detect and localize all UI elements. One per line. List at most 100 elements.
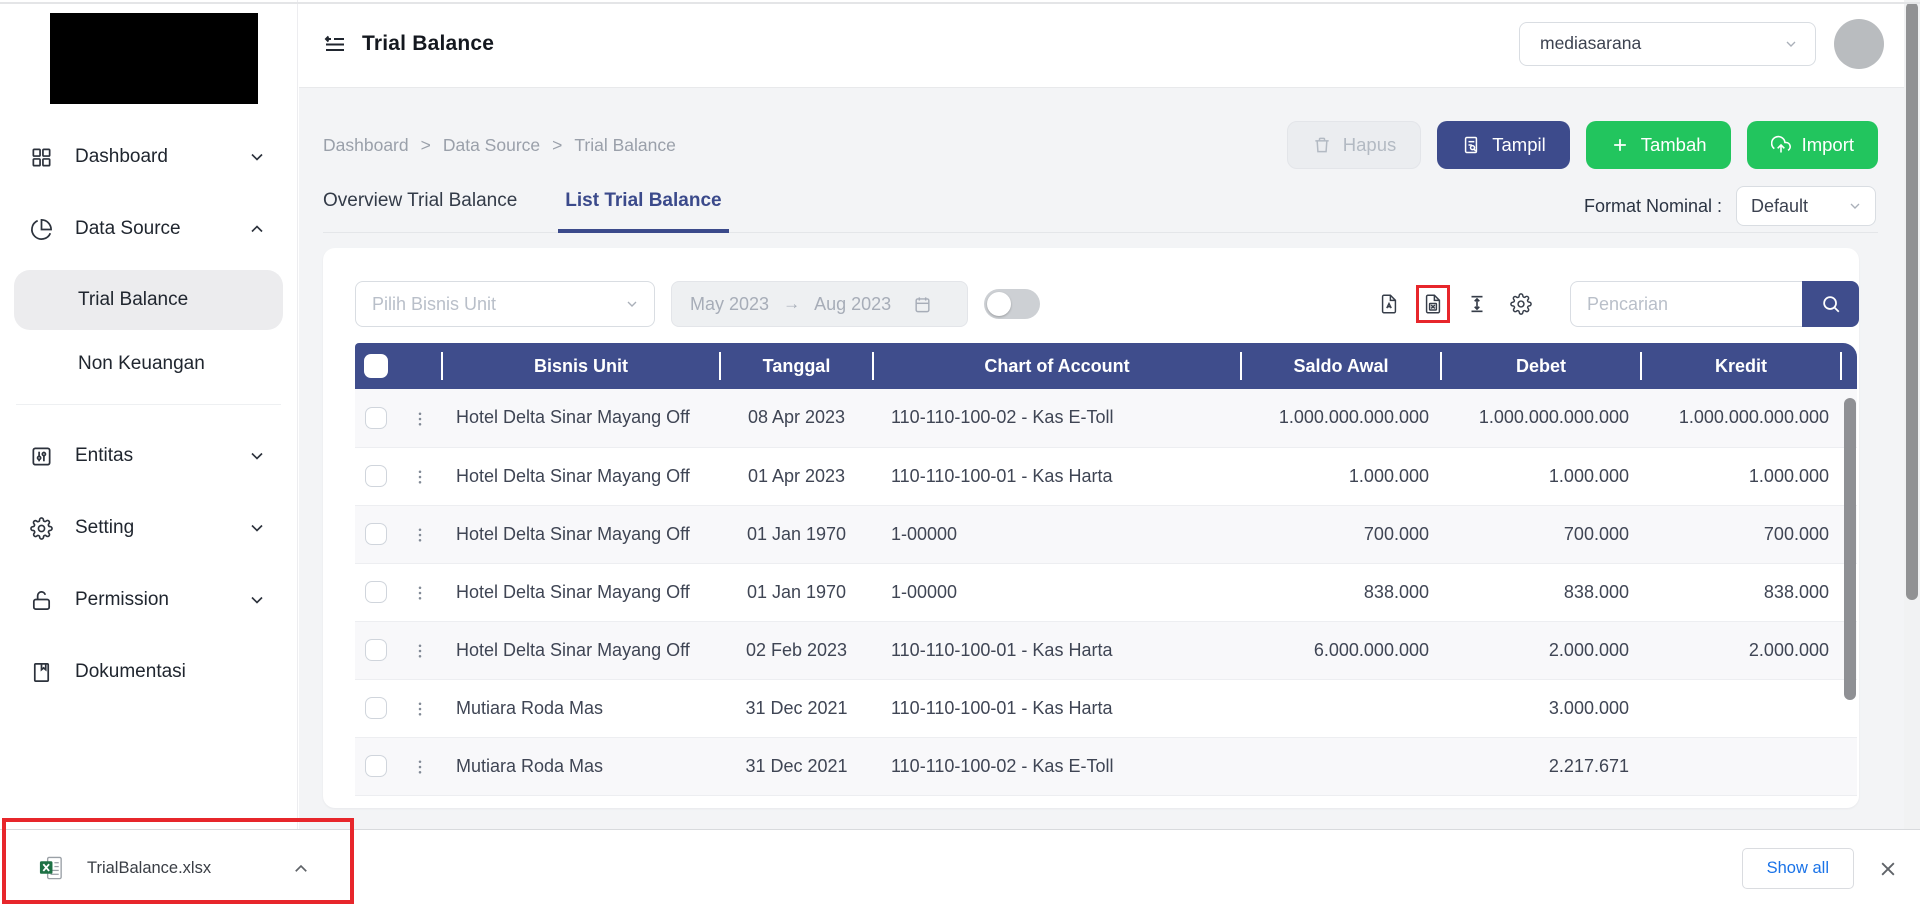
tab-list-trial-balance[interactable]: List Trial Balance	[565, 178, 721, 232]
sidebar-item-trial-balance[interactable]: Trial Balance	[14, 270, 283, 330]
row-menu-kebab-icon[interactable]	[411, 700, 429, 718]
row-menu-kebab-icon[interactable]	[411, 410, 429, 428]
cell-saldo-awal: 1.000.000.000.000	[1241, 389, 1441, 447]
collapse-sidebar-icon[interactable]	[323, 32, 347, 56]
cell-saldo-awal: 838.000	[1241, 563, 1441, 621]
sidebar-item-dokumentasi[interactable]: Dokumentasi	[14, 647, 283, 697]
downloads-bar: TrialBalance.xlsx Show all	[0, 829, 1920, 907]
sidebar-item-permission[interactable]: Permission	[14, 575, 283, 625]
sidebar: Dashboard Data Source Trial Balance Non …	[0, 0, 298, 829]
row-height-icon[interactable]	[1466, 293, 1488, 315]
table-row: Mutiara Roda Mas 31 Dec 2021 110-110-100…	[355, 737, 1857, 795]
cell-kredit: 2.000.000	[1641, 621, 1841, 679]
tambah-button[interactable]: Tambah	[1586, 121, 1731, 169]
hapus-button[interactable]: Hapus	[1287, 121, 1421, 169]
cell-debet: 3.000.000	[1441, 679, 1641, 737]
bisnis-unit-select[interactable]: Pilih Bisnis Unit	[355, 281, 655, 327]
cell-debet: 838.000	[1441, 563, 1641, 621]
tab-overview-trial-balance[interactable]: Overview Trial Balance	[323, 178, 517, 232]
row-checkbox[interactable]	[365, 523, 387, 545]
breadcrumb-data-source[interactable]: Data Source	[443, 135, 540, 156]
col-debet: Debet	[1441, 343, 1641, 389]
cell-debet: 1.000.000.000.000	[1441, 389, 1641, 447]
trash-icon	[1312, 135, 1332, 155]
page-scrollbar-thumb[interactable]	[1906, 2, 1918, 600]
sidebar-item-dashboard[interactable]: Dashboard	[14, 132, 283, 182]
filter-row: Pilih Bisnis Unit May 2023 → Aug 2023	[323, 248, 1859, 327]
sidebar-divider	[16, 404, 281, 405]
col-saldo-awal: Saldo Awal	[1241, 343, 1441, 389]
sidebar-item-label: Data Source	[75, 218, 225, 240]
cell-tanggal: 02 Feb 2023	[720, 621, 873, 679]
table-settings-gear-icon[interactable]	[1510, 293, 1532, 315]
export-pdf-icon[interactable]	[1378, 293, 1400, 315]
row-menu-kebab-icon[interactable]	[411, 584, 429, 602]
format-nominal-select[interactable]: Default	[1736, 186, 1876, 226]
download-item[interactable]: TrialBalance.xlsx	[0, 855, 352, 882]
format-nominal-value: Default	[1751, 196, 1808, 217]
show-all-button[interactable]: Show all	[1742, 848, 1854, 889]
cell-chart-of-account: 1-00000	[873, 563, 1241, 621]
row-checkbox[interactable]	[365, 465, 387, 487]
import-button[interactable]: Import	[1747, 121, 1878, 169]
cell-chart-of-account: 1-00000	[873, 505, 1241, 563]
col-kredit: Kredit	[1641, 343, 1841, 389]
cell-kredit: 1.000.000.000.000	[1641, 389, 1841, 447]
close-icon[interactable]	[1878, 859, 1898, 879]
search-icon	[1820, 293, 1842, 315]
tambah-label: Tambah	[1641, 134, 1707, 156]
cell-tanggal: 01 Apr 2023	[720, 447, 873, 505]
page-scrollbar[interactable]	[1904, 0, 1920, 829]
plus-icon	[1610, 135, 1630, 155]
topbar: Trial Balance mediasarana	[299, 0, 1920, 88]
col-chart-of-account: Chart of Account	[873, 343, 1241, 389]
row-checkbox[interactable]	[365, 697, 387, 719]
page-title: Trial Balance	[362, 32, 494, 56]
tampil-button[interactable]: Tampil	[1437, 121, 1569, 169]
sidebar-item-entitas[interactable]: Entitas	[14, 431, 283, 481]
sidebar-item-setting[interactable]: Setting	[14, 503, 283, 553]
document-search-icon	[1461, 135, 1481, 155]
cell-kredit	[1641, 679, 1841, 737]
export-excel-icon[interactable]	[1422, 293, 1444, 315]
breadcrumb-separator: >	[552, 135, 562, 156]
date-filter-toggle[interactable]	[984, 289, 1040, 319]
row-menu-kebab-icon[interactable]	[411, 526, 429, 544]
cell-bisnis-unit: Hotel Delta Sinar Mayang Off	[442, 563, 720, 621]
row-checkbox[interactable]	[365, 407, 387, 429]
chevron-up-icon[interactable]	[292, 860, 310, 878]
cell-bisnis-unit: Mutiara Roda Mas	[442, 679, 720, 737]
table-row: Hotel Delta Sinar Mayang Off 01 Jan 1970…	[355, 563, 1857, 621]
bisnis-unit-placeholder: Pilih Bisnis Unit	[372, 294, 496, 315]
row-checkbox[interactable]	[365, 639, 387, 661]
download-filename: TrialBalance.xlsx	[87, 859, 292, 878]
cell-chart-of-account: 110-110-100-01 - Kas Harta	[873, 447, 1241, 505]
cell-debet: 2.000.000	[1441, 621, 1641, 679]
sidebar-item-data-source[interactable]: Data Source	[14, 204, 283, 254]
upload-cloud-icon	[1771, 135, 1791, 155]
avatar[interactable]	[1834, 19, 1884, 69]
table-row: Hotel Delta Sinar Mayang Off 01 Jan 1970…	[355, 505, 1857, 563]
cell-bisnis-unit: Hotel Delta Sinar Mayang Off	[442, 447, 720, 505]
sidebar-item-non-keuangan[interactable]: Non Keuangan	[14, 334, 283, 394]
table-header-row: Bisnis Unit Tanggal Chart of Account Sal…	[355, 343, 1857, 389]
search-button[interactable]	[1802, 281, 1859, 327]
cell-chart-of-account: 110-110-100-01 - Kas Harta	[873, 621, 1241, 679]
trial-balance-table: Bisnis Unit Tanggal Chart of Account Sal…	[355, 343, 1857, 796]
row-checkbox[interactable]	[365, 755, 387, 777]
table-scrollbar-thumb[interactable]	[1844, 398, 1856, 700]
row-menu-kebab-icon[interactable]	[411, 642, 429, 660]
arrow-right-icon: →	[783, 294, 800, 314]
breadcrumb-trial-balance: Trial Balance	[574, 135, 675, 156]
row-menu-kebab-icon[interactable]	[411, 758, 429, 776]
row-checkbox[interactable]	[365, 581, 387, 603]
cell-tanggal: 01 Jan 1970	[720, 505, 873, 563]
company-select[interactable]: mediasarana	[1519, 22, 1816, 66]
breadcrumb-dashboard[interactable]: Dashboard	[323, 135, 409, 156]
date-range-picker[interactable]: May 2023 → Aug 2023	[671, 281, 968, 327]
document-bookmark-icon	[30, 661, 53, 684]
row-menu-kebab-icon[interactable]	[411, 468, 429, 486]
breadcrumb: Dashboard > Data Source > Trial Balance	[323, 135, 676, 156]
search-input[interactable]	[1570, 281, 1802, 327]
select-all-checkbox[interactable]	[364, 354, 388, 378]
